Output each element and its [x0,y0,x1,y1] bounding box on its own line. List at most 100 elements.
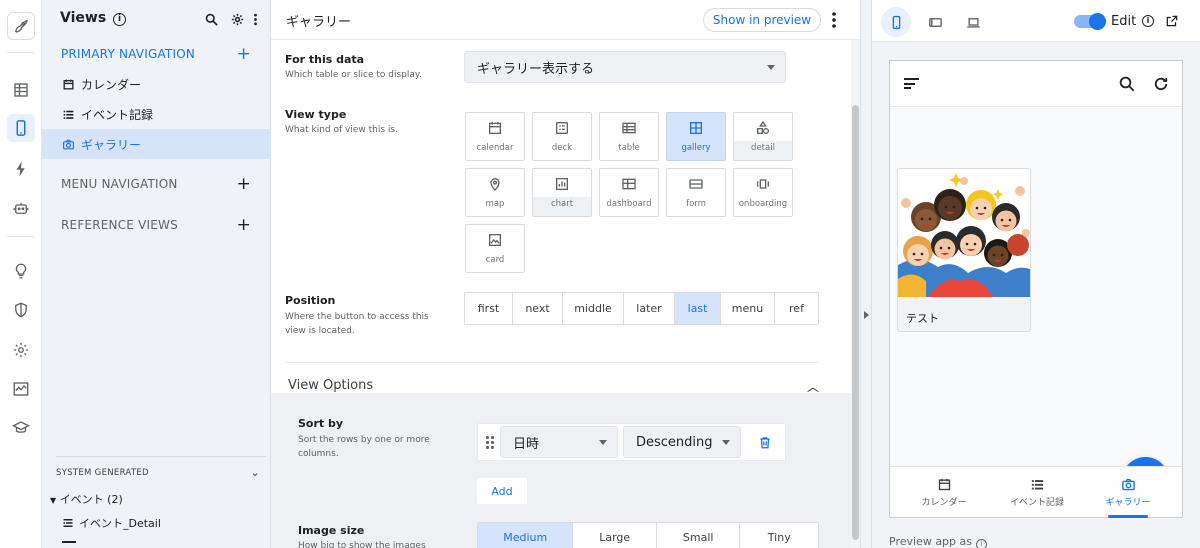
image-size-option-tiny[interactable]: Tiny [740,523,818,548]
position-option-menu[interactable]: menu [721,293,775,324]
view-options-header[interactable]: View Options [288,378,373,393]
data-table-icon[interactable] [7,76,35,104]
view-type-chart[interactable]: chart [532,168,592,217]
view-type-label-text: card [485,255,505,265]
view-type-label-text: detail [751,143,775,153]
gallery-grid-icon [690,122,702,134]
tree-item-event-detail[interactable]: イベント_Detail [62,515,161,531]
select-value: Descending [636,434,713,450]
settings-gear-icon[interactable] [228,10,246,28]
collapse-arrow-icon[interactable] [864,311,869,319]
drag-handle-icon[interactable] [486,436,494,450]
reference-views-header: REFERENCE VIEWS + [61,215,251,235]
app-logo-icon[interactable] [7,12,35,40]
info-icon[interactable]: i [976,539,987,548]
bot-icon[interactable] [7,194,35,222]
nav-item-calendar[interactable]: カレンダー [42,69,271,99]
data-source-select[interactable]: ギャラリー表示する [464,51,786,83]
image-size-option-large[interactable]: Large [573,523,657,548]
system-generated-header[interactable]: SYSTEM GENERATED ⌄ [56,466,266,479]
select-value: ギャラリー表示する [477,61,595,77]
deck-icon [556,122,568,134]
sort-column-select[interactable]: 日時 [500,426,618,458]
desktop-device-icon[interactable] [958,7,988,37]
nav-item-gallery[interactable]: ギャラリー [42,129,271,159]
view-type-table[interactable]: table [599,112,659,161]
automation-bolt-icon[interactable] [7,155,35,183]
lightbulb-icon[interactable] [7,257,35,285]
show-in-preview-button[interactable]: Show in preview [703,8,821,32]
add-reference-view-button[interactable]: + [237,215,251,235]
info-icon[interactable]: i [1142,15,1154,27]
add-sort-button[interactable]: Add [477,478,527,504]
gallery-body: テスト + [890,108,1182,504]
learn-school-icon[interactable] [7,414,35,442]
mobile-device-icon[interactable] [881,7,911,37]
list-icon [1031,480,1043,490]
settings-gear-icon[interactable] [7,336,35,364]
view-type-detail[interactable]: detail [733,112,793,161]
tab-calendar[interactable]: カレンダー [896,467,992,518]
more-vert-icon[interactable] [829,11,839,29]
dashboard-icon [622,178,636,190]
nav-item-label: カレンダー [81,77,142,92]
more-vert-icon[interactable] [246,10,264,28]
phone-app-bar [890,61,1182,107]
for-this-data-desc: Which table or slice to display. [285,70,422,80]
view-type-label-text: form [686,199,706,209]
security-shield-icon[interactable] [7,296,35,324]
gallery-card[interactable]: テスト [897,168,1031,332]
panel-splitter[interactable] [860,0,872,548]
add-menu-view-button[interactable]: + [237,174,251,194]
image-size-option-medium[interactable]: Medium [478,523,574,548]
tree-group-event[interactable]: ▼ イベント (2) [50,491,123,507]
view-type-deck[interactable]: deck [532,112,592,161]
refresh-icon[interactable] [1152,75,1170,93]
nav-item-event-log[interactable]: イベント記録 [42,99,271,129]
editor-scrollbar-thumb[interactable] [852,105,859,540]
delete-trash-icon[interactable] [758,435,772,450]
tablet-device-icon[interactable] [920,7,950,37]
position-option-ref[interactable]: ref [775,293,818,324]
view-type-form[interactable]: form [666,168,726,217]
sort-direction-select[interactable]: Descending [623,426,741,458]
tab-event-log[interactable]: イベント記録 [989,467,1085,518]
view-type-map[interactable]: map [465,168,525,217]
view-type-gallery[interactable]: gallery [666,112,726,161]
info-icon[interactable]: i [113,13,127,26]
rail-divider [7,236,35,237]
card-image-icon [489,234,501,246]
image-size-desc: How big to show the images [298,541,426,548]
position-option-next[interactable]: next [513,293,563,324]
open-external-icon[interactable] [1165,14,1179,28]
caret-down-icon [767,65,775,70]
tab-gallery[interactable]: ギャラリー [1080,467,1176,518]
nav-item-label: イベント記録 [81,107,154,122]
view-type-onboarding[interactable]: onboarding [733,168,793,217]
detail-list-icon [63,519,73,527]
image-size-label: Image size [298,524,365,537]
chevron-down-icon[interactable]: ⌄ [250,466,260,479]
phone-views-icon[interactable] [7,114,35,142]
view-type-dashboard[interactable]: dashboard [599,168,659,217]
search-icon[interactable] [1118,75,1136,93]
image-size-option-small[interactable]: Small [656,523,741,548]
view-type-label-text: chart [550,199,574,209]
form-icon [689,179,703,189]
monitoring-chart-icon[interactable] [7,375,35,403]
view-type-label-text: gallery [681,143,711,153]
active-tab-indicator [1108,515,1148,518]
caret-down-icon [722,440,730,445]
add-primary-view-button[interactable]: + [237,44,251,64]
view-type-label-text: onboarding [738,199,788,209]
position-option-middle[interactable]: middle [563,293,624,324]
app-root: Views i PRIMARY NAVIGATION + カレンダー イベント記… [0,0,1200,548]
search-icon[interactable] [202,10,220,28]
edit-mode-toggle[interactable] [1074,13,1106,30]
position-option-first[interactable]: first [465,293,513,324]
position-option-later[interactable]: later [624,293,675,324]
view-type-card[interactable]: card [465,224,525,273]
view-type-calendar[interactable]: calendar [465,112,525,161]
menu-sort-icon[interactable] [904,78,919,89]
position-option-last[interactable]: last [675,293,721,324]
